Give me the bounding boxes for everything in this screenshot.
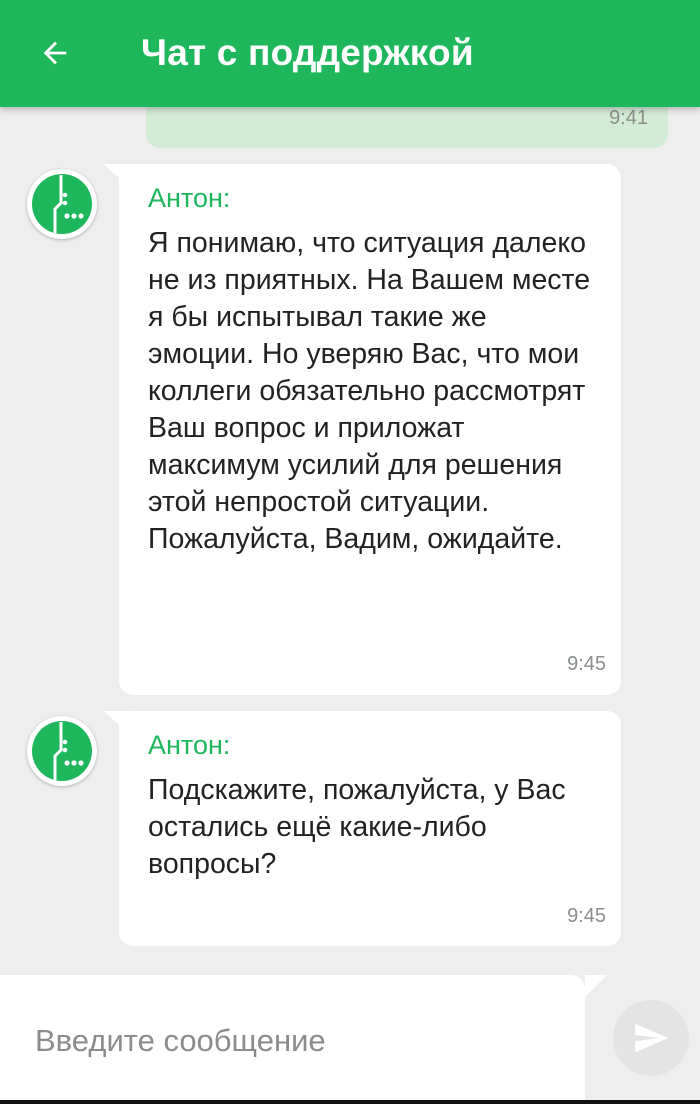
megafon-logo-icon: [32, 721, 92, 781]
back-button[interactable]: [30, 28, 80, 78]
message-time: 9:45: [567, 653, 606, 675]
message-text: Подскажите, пожалуйста, у Вас остались е…: [148, 774, 566, 880]
incoming-message-bubble[interactable]: Антон: Подскажите, пожалуйста, у Вас ост…: [103, 711, 621, 946]
screen-bottom-edge: [0, 1100, 700, 1104]
chat-screen: Чат с поддержкой 9:41 Антон: Я понимаю, …: [0, 0, 700, 1104]
sender-name: Антон:: [148, 730, 231, 760]
app-bar: Чат с поддержкой: [0, 0, 700, 107]
page-title: Чат с поддержкой: [141, 32, 474, 73]
operator-avatar: [27, 169, 97, 239]
megafon-logo-icon: [32, 174, 92, 234]
message-time: 9:45: [567, 905, 606, 927]
operator-avatar: [27, 716, 97, 786]
arrow-left-icon: [43, 41, 67, 65]
message-text: Я понимаю, что ситуация далеко не из при…: [148, 227, 591, 555]
send-button[interactable]: [613, 1000, 689, 1076]
incoming-message-bubble[interactable]: Антон: Я понимаю, что ситуация далеко не…: [103, 164, 621, 695]
message-time: 9:41: [609, 107, 648, 129]
send-icon: [635, 1023, 669, 1053]
sender-name: Антон:: [148, 183, 231, 213]
message-input[interactable]: [35, 1018, 555, 1064]
